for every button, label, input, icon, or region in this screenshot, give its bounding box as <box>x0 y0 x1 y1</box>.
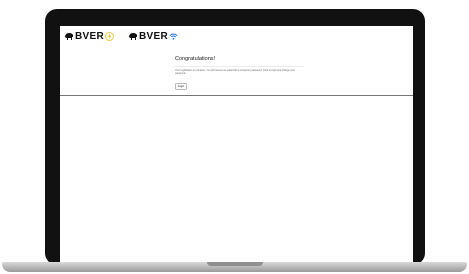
card-title: Congratulations! <box>175 56 216 62</box>
logo-wordmark: BVER <box>75 31 104 42</box>
browser-viewport: BVER BVER Congratulations! Your registra… <box>60 26 413 263</box>
laptop-notch <box>207 262 263 266</box>
bison-icon <box>65 33 73 40</box>
logo-wordmark: BVER <box>139 31 168 42</box>
page-divider <box>60 95 413 96</box>
bver-logo-power[interactable]: BVER <box>64 29 114 44</box>
card-divider <box>174 66 304 67</box>
card-message: Your registration is complete. You will … <box>175 69 296 76</box>
login-button[interactable]: Login <box>175 83 187 90</box>
wifi-icon <box>169 33 178 40</box>
bison-icon <box>129 33 137 40</box>
lightning-bolt-icon <box>105 32 114 41</box>
bver-logo-wifi[interactable]: BVER <box>128 29 178 44</box>
site-header: BVER BVER <box>60 26 413 48</box>
confirmation-card: Congratulations! Your registration is co… <box>168 50 306 94</box>
